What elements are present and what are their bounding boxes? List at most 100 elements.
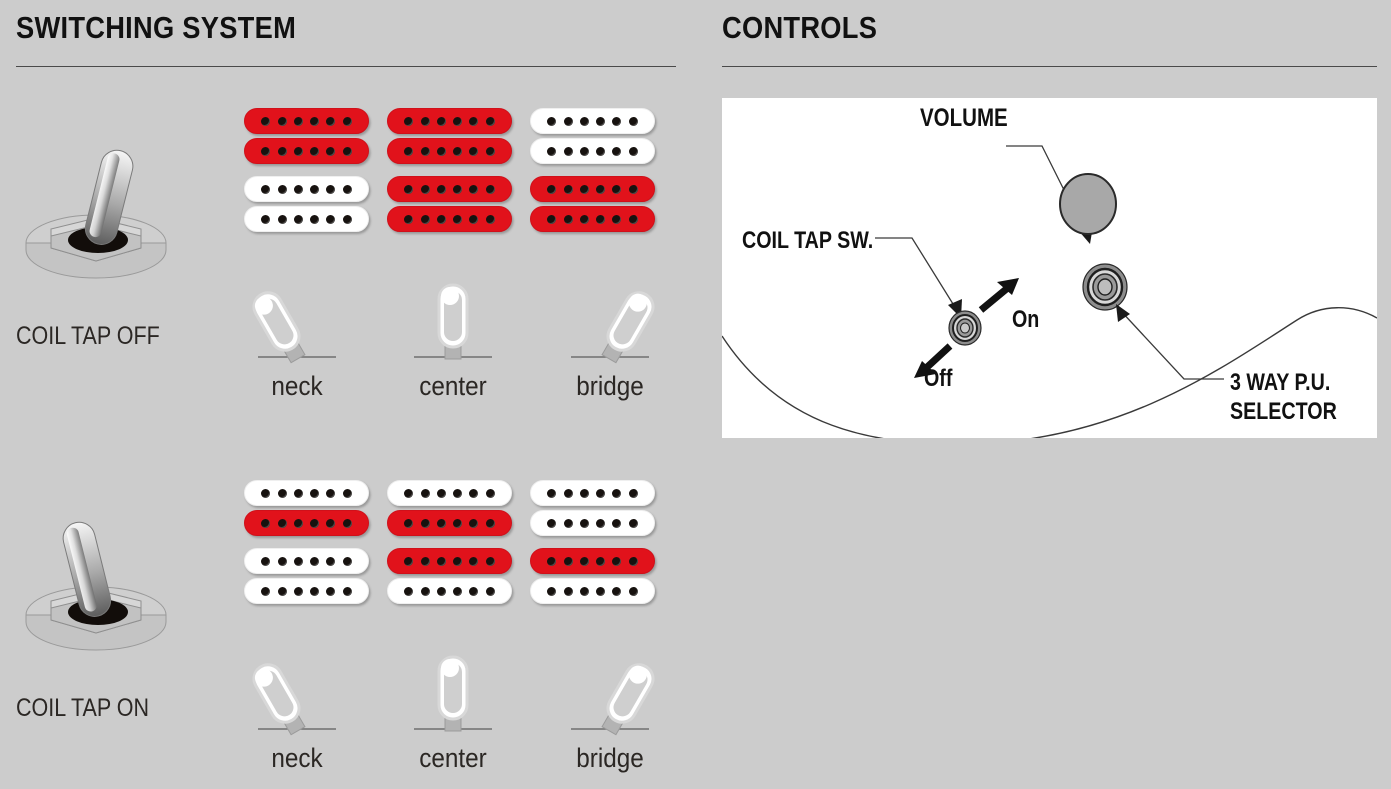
pole-piece [485,518,495,528]
pole-piece [485,116,495,126]
controls-header: CONTROLS [722,10,1377,67]
blade-switch-bridge-icon[interactable] [555,277,665,369]
pole-piece [453,488,463,498]
pole-piece [469,146,479,156]
pole-piece [596,116,606,126]
pole-piece [310,556,320,566]
pickup-coil [530,206,655,232]
pickup-coil [530,138,655,164]
pole-piece [485,556,495,566]
pole-piece [436,116,446,126]
pole-piece [310,146,320,156]
pole-piece [628,214,638,224]
blade-switch-neck-icon[interactable] [242,277,352,369]
pole-piece [596,184,606,194]
pole-piece [563,518,573,528]
pole-piece [342,518,352,528]
pole-piece [293,488,303,498]
pole-piece [310,518,320,528]
pole-piece [342,116,352,126]
selector-callout-line1: 3 WAY P.U. [1230,369,1331,396]
pole-piece [293,586,303,596]
pole-piece [596,488,606,498]
pole-piece [404,518,414,528]
coil-tap-toggle-off[interactable] [10,130,180,285]
blade-selector-bridge[interactable]: bridge [550,277,670,402]
guitar-switching-diagram: SWITCHING SYSTEM CONTROLS COIL TAP OFF n… [0,0,1391,789]
toggle-lever-on[interactable] [10,502,180,652]
pole-piece [342,146,352,156]
pickup-coil [530,578,655,604]
pole-piece [563,556,573,566]
pole-piece [261,146,271,156]
blade-selector-neck[interactable]: neck [237,277,357,402]
pole-piece [326,116,336,126]
pole-piece [628,518,638,528]
pole-piece [436,184,446,194]
volume-knob[interactable] [1059,173,1117,235]
pole-piece [596,556,606,566]
pole-piece [436,586,446,596]
controls-panel: VOLUME COIL TAP SW. On Off 3 WAY P.U. SE… [722,98,1377,438]
blade-selector-center[interactable]: center [393,649,513,774]
pole-piece [469,556,479,566]
pole-piece [628,116,638,126]
blade-switch-center-icon[interactable] [398,649,508,741]
pole-piece [485,586,495,596]
pole-piece [261,184,271,194]
coil-tap-mode-label: COIL TAP OFF [16,322,160,350]
pole-piece [612,116,622,126]
pole-piece [436,146,446,156]
pole-piece [547,184,557,194]
coil-tap-mode-label: COIL TAP ON [16,694,150,722]
toggle-lever-off[interactable] [10,130,180,280]
pickup-coil [387,578,512,604]
pole-piece [579,116,589,126]
pole-piece [485,146,495,156]
pickup-coil [387,510,512,536]
coil-tap-on-label: On [1012,306,1040,333]
pole-piece [326,488,336,498]
blade-selector-label: bridge [576,371,644,401]
blade-selector-neck[interactable]: neck [237,649,357,774]
pole-piece [469,184,479,194]
coil-tap-switch[interactable] [948,310,982,346]
pole-piece [628,146,638,156]
pole-piece [293,184,303,194]
pickup-column-neck [244,108,372,244]
coil-tap-toggle-on[interactable] [10,502,180,657]
blade-switch-neck-icon[interactable] [242,649,352,741]
selector-callout-line2: SELECTOR [1230,398,1337,425]
pole-piece [579,184,589,194]
pole-piece [404,586,414,596]
controls-title: CONTROLS [722,10,878,45]
pole-piece [547,586,557,596]
blade-switch-bridge-icon[interactable] [555,649,665,741]
humbucker-bridge [530,548,655,604]
controls-header-rule [722,66,1377,67]
blade-switch-center-icon[interactable] [398,277,508,369]
pole-piece [326,556,336,566]
humbucker-neck [530,480,655,536]
pole-piece [469,116,479,126]
pole-piece [628,488,638,498]
pole-piece [579,146,589,156]
blade-selector-bridge[interactable]: bridge [550,649,670,774]
pole-piece [420,116,430,126]
pickup-coil [387,138,512,164]
pole-piece [404,184,414,194]
pickup-coil [244,510,369,536]
pole-piece [579,586,589,596]
pole-piece [547,146,557,156]
three-way-selector[interactable] [1082,263,1128,311]
pole-piece [293,146,303,156]
pole-piece [342,184,352,194]
pole-piece [293,556,303,566]
blade-selector-center[interactable]: center [393,277,513,402]
pole-piece [563,116,573,126]
switching-system-title: SWITCHING SYSTEM [16,10,297,45]
humbucker-neck [387,108,512,164]
humbucker-neck [244,480,369,536]
pole-piece [261,518,271,528]
blade-selector-label: center [419,743,487,773]
